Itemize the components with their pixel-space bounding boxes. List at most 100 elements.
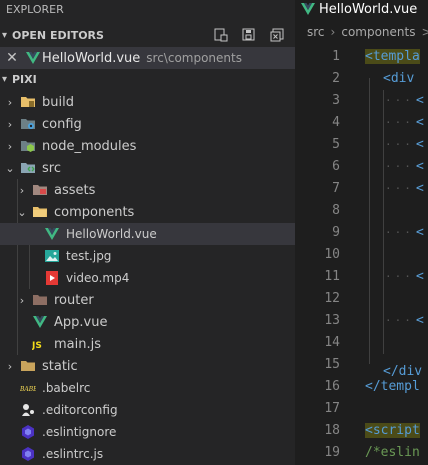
- line-number: 3: [332, 92, 340, 108]
- line-number: 1: [332, 48, 340, 64]
- code-text: <templa: [365, 48, 420, 64]
- breadcrumb-item[interactable]: src: [307, 25, 325, 39]
- image-file-icon: [45, 250, 59, 262]
- close-all-icon[interactable]: [269, 27, 285, 43]
- tree-label: router: [54, 292, 94, 308]
- svg-text:BABEL: BABEL: [20, 386, 36, 393]
- tab-helloworld-vue[interactable]: HelloWorld.vue: [295, 0, 428, 19]
- chevron-down-icon: ⌄: [5, 161, 15, 175]
- tree-folder-static[interactable]: › static: [0, 355, 295, 377]
- tree-file-app-vue[interactable]: App.vue: [0, 311, 295, 333]
- tree-file-eslintignore[interactable]: .eslintignore: [0, 421, 295, 443]
- code-line: 19 /*eslin: [295, 441, 428, 463]
- new-file-icon[interactable]: [213, 27, 229, 43]
- static-folder-icon: [21, 361, 35, 371]
- project-title: PIXI: [12, 72, 37, 86]
- tree-folder-router[interactable]: › router: [0, 289, 295, 311]
- code-text: <: [416, 114, 424, 130]
- code-text: <script: [365, 422, 420, 438]
- explorer-title: EXPLORER: [6, 3, 64, 16]
- assets-folder-icon: [33, 185, 47, 195]
- breadcrumb-item[interactable]: components: [341, 25, 415, 39]
- code-line: 4 ···· <: [295, 111, 428, 133]
- explorer-sidebar: EXPLORER ▾ OPEN EDITORS ✕ HelloWorld.vue…: [0, 0, 295, 465]
- tree-file-main-js[interactable]: JS main.js: [0, 333, 295, 355]
- code-line: 13 ···· <: [295, 309, 428, 331]
- tree-label: test.jpg: [66, 249, 112, 263]
- tree-file-eslintrc-js[interactable]: .eslintrc.js: [0, 443, 295, 465]
- tree-folder-node-modules[interactable]: › node_modules: [0, 135, 295, 157]
- save-all-icon[interactable]: [241, 27, 257, 43]
- tree-label: components: [54, 204, 135, 220]
- tree-label: video.mp4: [66, 271, 130, 285]
- tree-folder-build[interactable]: › build: [0, 91, 295, 113]
- code-text: <: [416, 268, 424, 284]
- line-number: 14: [324, 334, 340, 350]
- close-icon[interactable]: ✕: [4, 50, 20, 66]
- project-header[interactable]: ▾ PIXI: [0, 68, 295, 90]
- code-line: 9 ···· <: [295, 221, 428, 243]
- code-text: <: [416, 180, 424, 196]
- code-line: 12: [295, 287, 428, 309]
- tree-label: config: [42, 116, 82, 132]
- tree-folder-assets[interactable]: › assets: [0, 179, 295, 201]
- line-number: 16: [324, 378, 340, 394]
- code-text: <: [416, 92, 424, 108]
- line-number: 4: [332, 114, 340, 130]
- line-number: 5: [332, 136, 340, 152]
- breadcrumb-separator-icon: ›: [330, 24, 336, 39]
- line-number: 10: [324, 246, 340, 262]
- code-line: 1 <templa: [295, 45, 428, 67]
- code-line: 6 ···· <: [295, 155, 428, 177]
- code-text: <: [416, 158, 424, 174]
- eslint-file-icon: [22, 425, 34, 439]
- tree-label: HelloWorld.vue: [66, 227, 157, 241]
- line-number: 11: [324, 268, 340, 284]
- line-number: 2: [332, 70, 340, 86]
- tree-file-test-jpg[interactable]: test.jpg: [0, 245, 295, 267]
- breadcrumb-item: >: [421, 24, 428, 39]
- code-line: 14: [295, 331, 428, 353]
- tree-file-editorconfig[interactable]: .editorconfig: [0, 399, 295, 421]
- line-number: 18: [324, 422, 340, 438]
- open-editor-item[interactable]: ✕ HelloWorld.vue src\components: [0, 47, 295, 69]
- chevron-down-icon: ▾: [2, 29, 8, 41]
- vue-file-icon: [26, 52, 40, 64]
- tree-label: .eslintrc.js: [42, 447, 104, 461]
- breadcrumb: src › components >: [295, 19, 428, 44]
- code-line: 18 <script: [295, 419, 428, 441]
- tree-file-video-mp4[interactable]: video.mp4: [0, 267, 295, 289]
- chevron-right-icon: ›: [7, 117, 13, 131]
- tree-label: .eslintignore: [42, 425, 117, 439]
- code-line: 7 ···· <: [295, 177, 428, 199]
- tree-label: App.vue: [54, 314, 108, 330]
- open-editor-path: src\components: [146, 51, 242, 65]
- chevron-right-icon: ›: [19, 183, 25, 197]
- vue-file-icon: [301, 3, 315, 15]
- video-file-icon: [46, 271, 58, 285]
- chevron-right-icon: ›: [7, 359, 13, 373]
- config-folder-icon: [21, 119, 35, 129]
- js-file-icon: JS: [32, 341, 42, 351]
- line-number: 7: [332, 180, 340, 196]
- code-line: 3 ···· <: [295, 89, 428, 111]
- tree-folder-src[interactable]: ⌄ src: [0, 157, 295, 179]
- chevron-down-icon: ⌄: [17, 205, 27, 219]
- tree-file-helloworld-vue[interactable]: HelloWorld.vue: [0, 223, 295, 245]
- tree-file-babelrc[interactable]: BABEL .babelrc: [0, 377, 295, 399]
- code-text: /*eslin: [365, 444, 420, 460]
- tree-folder-components[interactable]: ⌄ components: [0, 201, 295, 223]
- code-line: 16 </templ: [295, 375, 428, 397]
- tab-label: HelloWorld.vue: [319, 2, 418, 17]
- babel-file-icon: BABEL: [20, 386, 36, 393]
- code-text: </templ: [365, 378, 420, 394]
- code-text: <: [416, 312, 424, 328]
- tree-label: build: [42, 94, 74, 110]
- code-line: 17: [295, 397, 428, 419]
- tree-label: node_modules: [42, 138, 137, 154]
- build-folder-icon: [21, 97, 35, 107]
- open-editors-header[interactable]: ▾ OPEN EDITORS: [0, 24, 295, 46]
- tree-folder-config[interactable]: › config: [0, 113, 295, 135]
- open-editors-actions: [213, 27, 285, 43]
- code-line: </div: [295, 353, 428, 379]
